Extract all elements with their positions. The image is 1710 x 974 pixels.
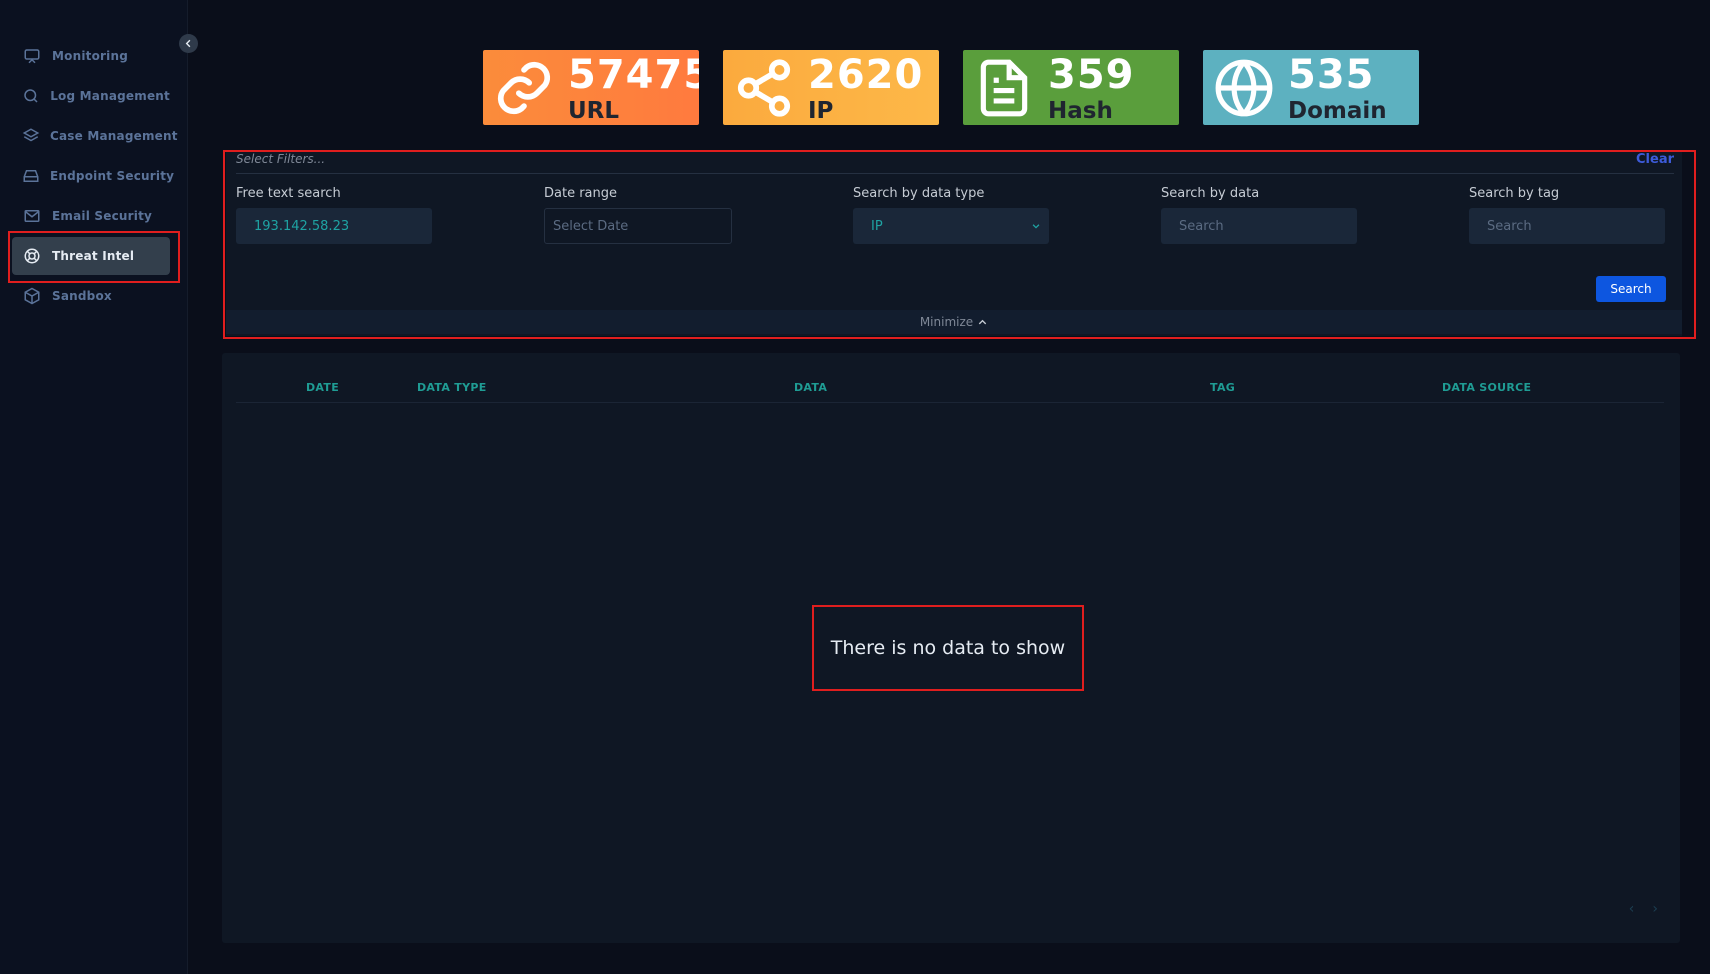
stat-count: 57475 <box>568 52 699 98</box>
column-header-tag[interactable]: TAG <box>1210 381 1235 394</box>
sidebar-item-label: Case Management <box>50 129 178 143</box>
sidebar-item-label: Endpoint Security <box>50 169 175 183</box>
sidebar-item-label: Monitoring <box>52 49 128 63</box>
sidebar-item-email-security[interactable]: Email Security <box>12 197 170 235</box>
box-icon <box>22 286 42 306</box>
link-icon <box>497 61 551 115</box>
chevron-left-icon <box>185 39 191 48</box>
stat-card-ip[interactable]: 2620 IP <box>723 50 939 125</box>
stat-card-domain[interactable]: 535 Domain <box>1203 50 1419 125</box>
empty-state-message: There is no data to show <box>830 637 1066 659</box>
file-icon <box>980 59 1028 117</box>
stat-count: 2620 <box>808 52 924 98</box>
sidebar-collapse-button[interactable] <box>179 34 198 53</box>
column-header-data-type[interactable]: DATA TYPE <box>417 381 487 394</box>
stat-card-url[interactable]: 57475 URL <box>483 50 699 125</box>
layers-icon <box>22 126 40 146</box>
sidebar-highlight-box <box>8 231 180 283</box>
stats-row: 57475 URL 2620 IP 359 Hash 535 Domain <box>483 50 1419 125</box>
sidebar-item-case-management[interactable]: Case Management <box>12 117 178 155</box>
stat-name: Domain <box>1288 98 1387 124</box>
stat-card-hash[interactable]: 359 Hash <box>963 50 1179 125</box>
empty-state-highlight-box: There is no data to show <box>812 605 1084 691</box>
sidebar-item-monitoring[interactable]: Monitoring <box>12 37 170 75</box>
filters-highlight-box <box>223 150 1696 339</box>
column-header-date[interactable]: DATE <box>306 381 339 394</box>
stat-name: Hash <box>1048 98 1113 124</box>
share-icon <box>737 59 791 117</box>
stat-name: IP <box>808 98 834 124</box>
column-header-data[interactable]: DATA <box>794 381 827 394</box>
results-panel: DATE DATA TYPE DATA TAG DATA SOURCE Ther… <box>222 353 1680 943</box>
hard-drive-icon <box>22 166 40 186</box>
pagination: ‹ › <box>1629 901 1658 917</box>
next-page-button[interactable]: › <box>1652 901 1658 917</box>
globe-icon <box>1215 59 1273 117</box>
mail-icon <box>22 206 42 226</box>
sidebar-item-label: Log Management <box>50 89 170 103</box>
table-header: DATE DATA TYPE DATA TAG DATA SOURCE <box>236 373 1664 403</box>
sidebar-item-label: Sandbox <box>52 289 112 303</box>
sidebar-item-endpoint-security[interactable]: Endpoint Security <box>12 157 174 195</box>
sidebar-item-log-management[interactable]: Log Management <box>12 77 170 115</box>
previous-page-button[interactable]: ‹ <box>1629 901 1635 917</box>
stat-count: 535 <box>1288 52 1375 98</box>
monitor-icon <box>22 46 42 66</box>
stat-count: 359 <box>1048 52 1135 98</box>
column-header-data-source[interactable]: DATA SOURCE <box>1442 381 1531 394</box>
sidebar-item-label: Email Security <box>52 209 153 223</box>
stat-name: URL <box>568 98 620 124</box>
search-icon <box>22 86 40 106</box>
sidebar: Monitoring Log Management Case Managemen… <box>0 0 188 974</box>
